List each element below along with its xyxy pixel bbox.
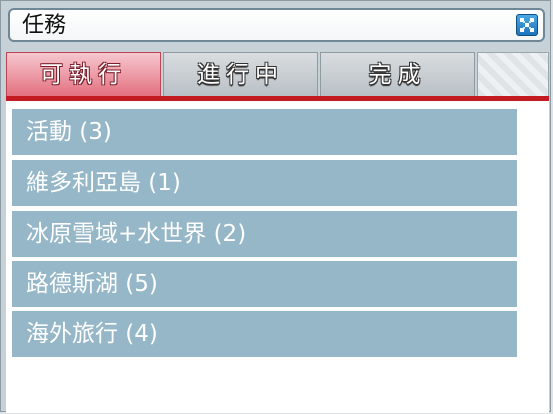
tab-available[interactable]: 可執行	[6, 52, 161, 96]
quest-category-el-nath-aqua-road[interactable]: 冰原雪域+水世界 (2)	[12, 211, 517, 257]
quest-category-overseas-travel[interactable]: 海外旅行 (4)	[12, 311, 517, 357]
quest-category-ludus-lake[interactable]: 路德斯湖 (5)	[12, 261, 517, 307]
window-title: 任務	[22, 13, 67, 38]
quest-list-panel: 活動 (3) 維多利亞島 (1) 冰原雪域+水世界 (2) 路德斯湖 (5) 海…	[6, 101, 549, 413]
quest-window: 任務 可執行 進行中 完成 活動 (3) 維多利亞島 (1) 冰原雪域+水世界 …	[0, 0, 551, 413]
tab-bar-filler	[477, 52, 549, 96]
tab-in-progress[interactable]: 進行中	[163, 52, 318, 96]
quest-category-victoria-island[interactable]: 維多利亞島 (1)	[12, 160, 517, 206]
tab-bar: 可執行 進行中 完成	[6, 52, 549, 96]
quest-category-events[interactable]: 活動 (3)	[12, 109, 517, 155]
title-bar: 任務	[8, 8, 545, 42]
close-button[interactable]	[516, 14, 538, 36]
close-icon	[520, 18, 534, 32]
tab-completed[interactable]: 完成	[320, 52, 475, 96]
